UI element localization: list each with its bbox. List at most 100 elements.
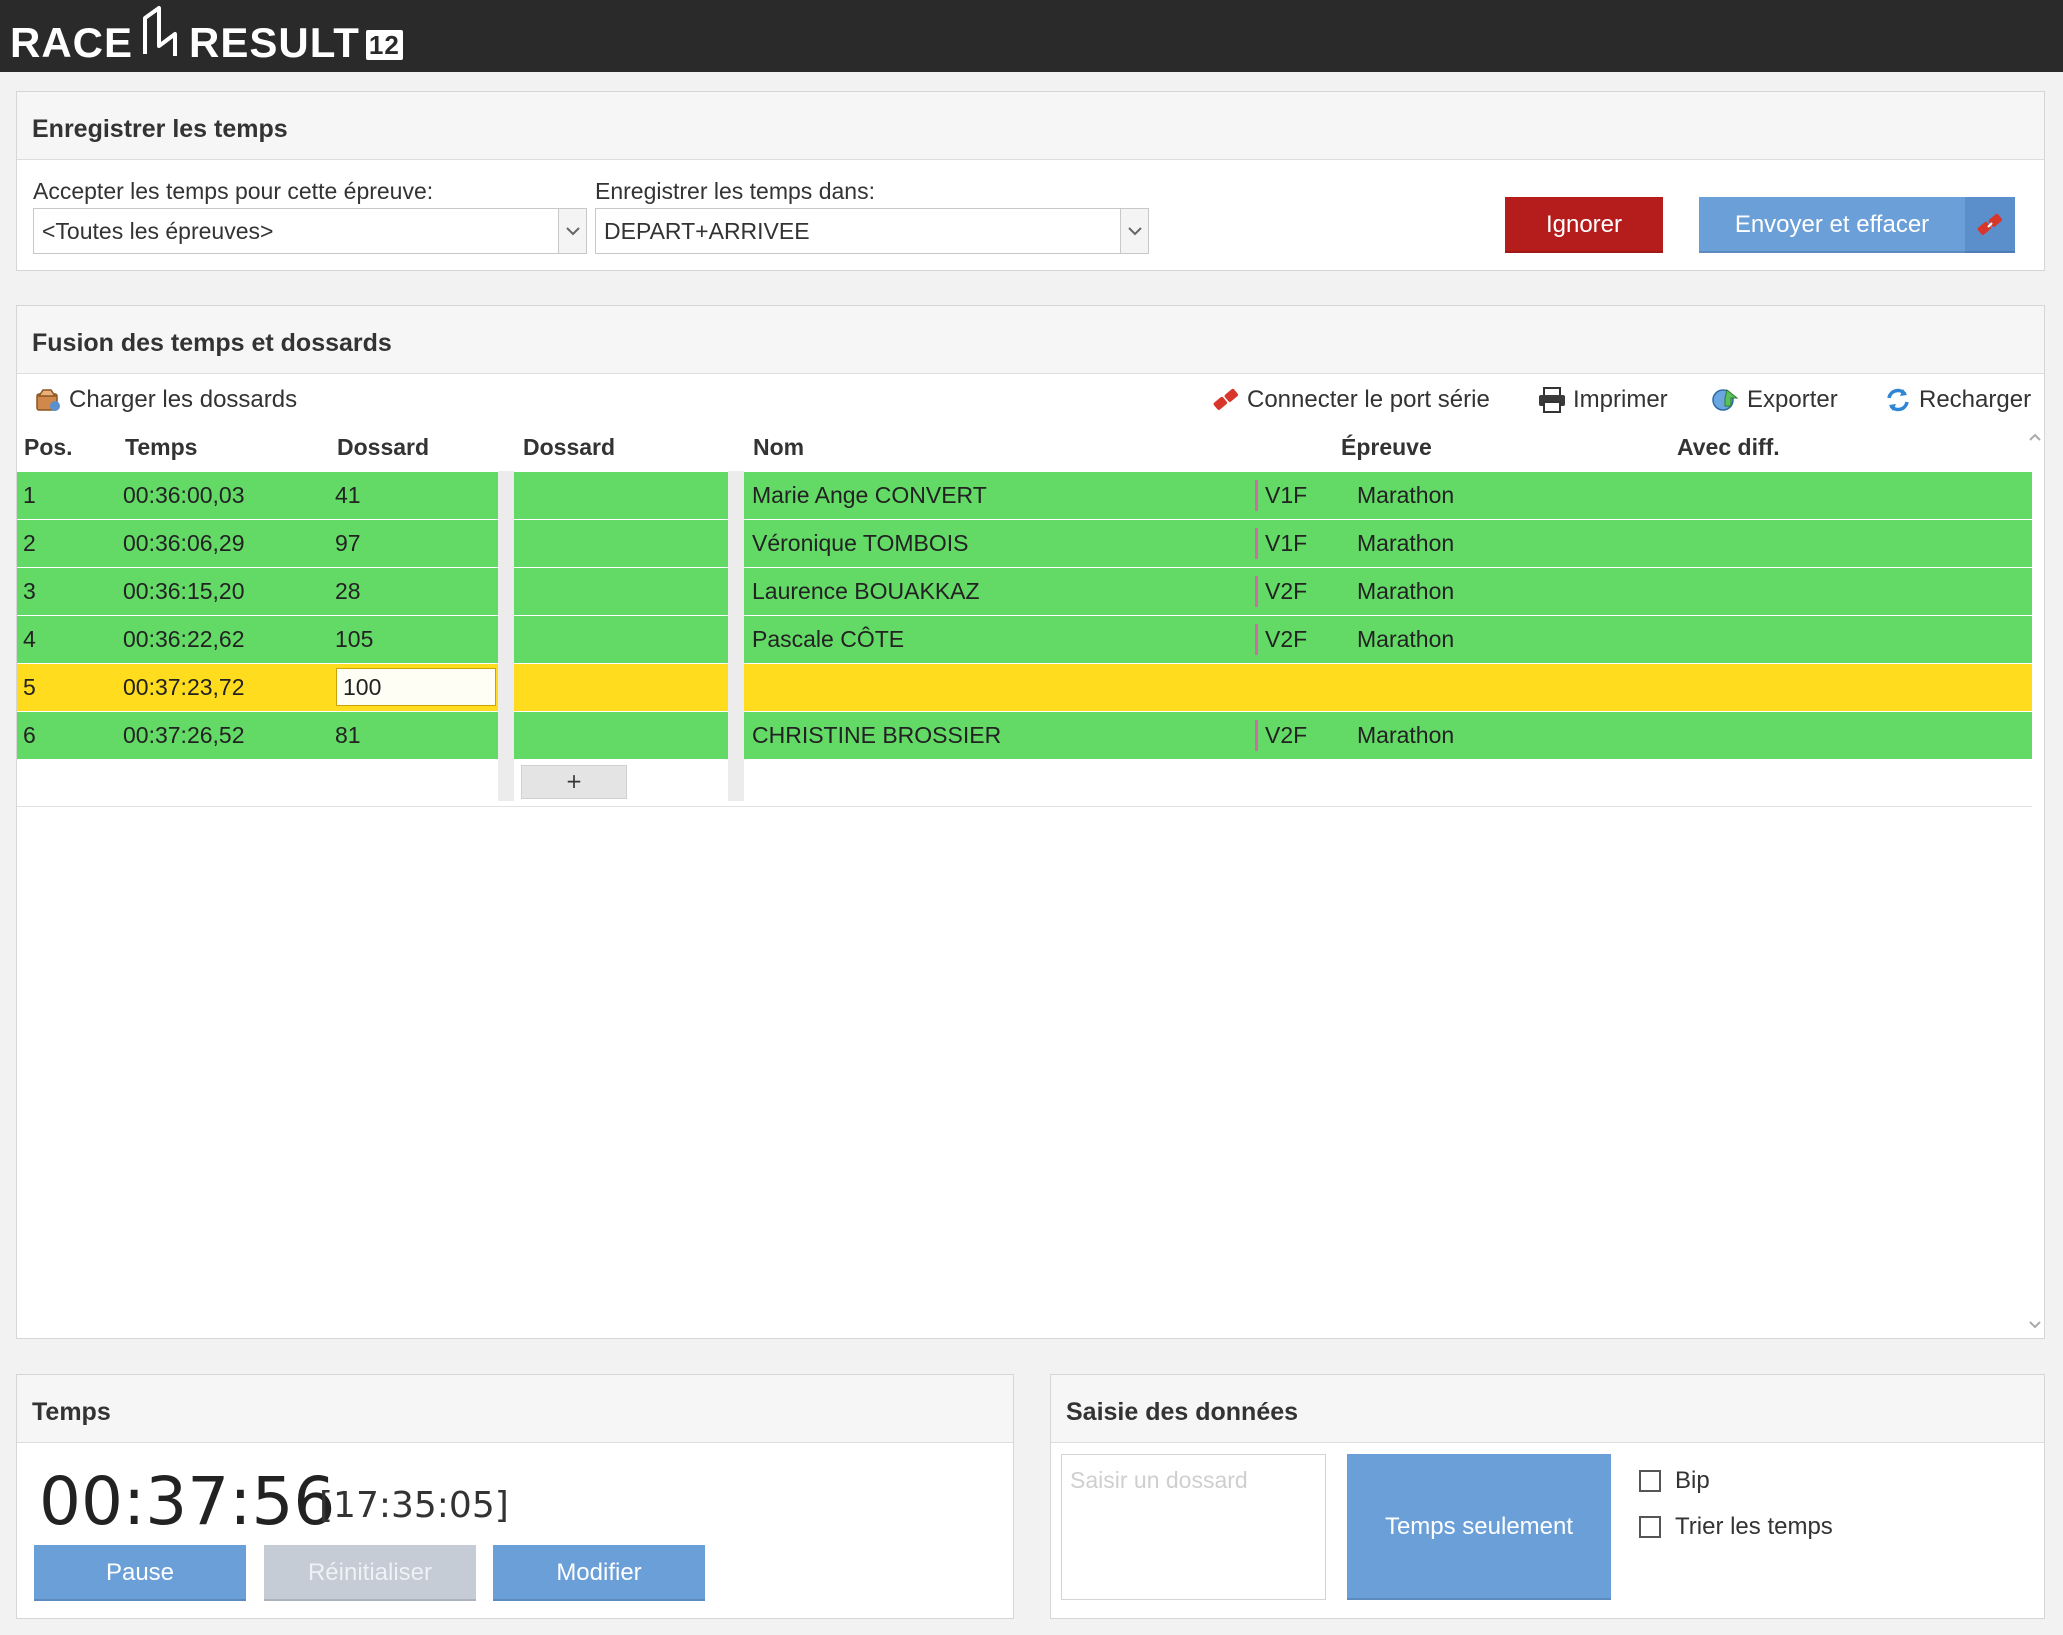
times-row[interactable]: 6 00:37:26,52 81 (17, 712, 498, 759)
accept-event-select[interactable]: <Toutes les épreuves> (33, 208, 587, 254)
bib-entry-input[interactable] (1061, 1454, 1326, 1600)
times-row[interactable]: 2 00:36:06,29 97 (17, 520, 498, 567)
pos-cell: 4 (23, 626, 36, 652)
name-cell: Pascale CÔTE (752, 626, 905, 652)
send-and-clear-button[interactable]: Envoyer et effacer (1699, 197, 1965, 253)
participant-row[interactable]: Pascale CÔTE V2F Marathon (744, 616, 2032, 663)
sort-times-checkbox-box[interactable] (1639, 1516, 1661, 1538)
chevron-down-icon[interactable] (1120, 209, 1148, 253)
time-cell: 00:36:00,03 (123, 482, 245, 508)
bib-assign-row-pending[interactable] (514, 664, 728, 711)
scroll-up-icon[interactable] (2028, 432, 2042, 442)
table-bottom-line (17, 806, 2032, 807)
pos-cell: 3 (23, 578, 36, 604)
time-cell: 00:36:15,20 (123, 578, 245, 604)
accept-event-label: Accepter les temps pour cette épreuve: (33, 178, 434, 204)
print-button[interactable]: Imprimer (1537, 383, 1668, 417)
scroll-down-icon[interactable] (2028, 1320, 2042, 1330)
col-header-bib[interactable]: Dossard (337, 434, 429, 461)
bib-cell: 28 (335, 578, 361, 604)
connect-serial-button[interactable]: Connecter le port série (1211, 383, 1490, 417)
category-marker (1255, 720, 1258, 751)
record-times-panel: Enregistrer les temps Accepter les temps… (16, 91, 2045, 271)
bib-cell: 97 (335, 530, 361, 556)
name-cell: Laurence BOUAKKAZ (752, 578, 980, 604)
reset-button[interactable]: Réinitialiser (264, 1545, 476, 1601)
store-times-value: DEPART+ARRIVEE (604, 218, 810, 244)
event-cell: Marathon (1357, 578, 1455, 604)
category-marker (1255, 576, 1258, 607)
export-button[interactable]: Exporter (1711, 383, 1838, 417)
sort-times-label: Trier les temps (1675, 1513, 1833, 1540)
chevron-down-icon[interactable] (558, 209, 586, 253)
ignore-button[interactable]: Ignorer (1505, 197, 1663, 253)
reload-button[interactable]: Recharger (1883, 383, 2031, 417)
connect-serial-label: Connecter le port série (1247, 386, 1490, 413)
export-label: Exporter (1747, 386, 1838, 413)
race-result-logo: RACE RESULT 12 (10, 6, 403, 66)
times-row-pending[interactable]: 5 00:37:23,72 100 (17, 664, 498, 711)
beep-checkbox-box[interactable] (1639, 1470, 1661, 1492)
times-row[interactable]: 4 00:36:22,62 105 (17, 616, 498, 663)
bib-assign-row[interactable] (514, 616, 728, 663)
load-bibs-label: Charger les dossards (69, 386, 298, 413)
timer-panel: Temps 00:37:56 [17:35:05] Pause Réinitia… (16, 1374, 1014, 1619)
modify-button[interactable]: Modifier (493, 1545, 705, 1601)
category-marker (1255, 624, 1258, 655)
times-row[interactable]: 1 00:36:00,03 41 (17, 472, 498, 519)
pause-button[interactable]: Pause (34, 1545, 246, 1601)
event-cell: Marathon (1357, 530, 1455, 556)
participant-row[interactable]: Véronique TOMBOIS V1F Marathon (744, 520, 2032, 567)
sort-times-checkbox[interactable]: Trier les temps (1639, 1513, 1833, 1541)
event-cell: Marathon (1357, 626, 1455, 652)
bib-assign-row[interactable] (514, 472, 728, 519)
col-header-time[interactable]: Temps (125, 434, 197, 461)
bib-cell: 41 (335, 482, 361, 508)
pos-cell: 2 (23, 530, 36, 556)
store-times-label: Enregistrer les temps dans: (595, 178, 875, 204)
participant-row[interactable]: Marie Ange CONVERT V1F Marathon (744, 472, 2032, 519)
printer-icon (1539, 387, 1565, 413)
col-header-pos[interactable]: Pos. (24, 434, 73, 461)
bib-assign-row[interactable] (514, 568, 728, 615)
participant-row[interactable]: Laurence BOUAKKAZ V2F Marathon (744, 568, 2032, 615)
col-header-bib-assigned[interactable]: Dossard (523, 434, 615, 461)
add-bib-button[interactable]: + (521, 765, 627, 799)
beep-checkbox[interactable]: Bip (1639, 1467, 1710, 1495)
pos-cell: 5 (23, 674, 36, 700)
store-times-select[interactable]: DEPART+ARRIVEE (595, 208, 1149, 254)
category-cell: V2F (1265, 722, 1308, 748)
real-time-clock: [17:35:05] (319, 1485, 509, 1526)
category-cell: V2F (1265, 626, 1308, 652)
app-header: RACE RESULT 12 (0, 0, 2063, 72)
export-icon (1712, 389, 1739, 411)
accept-event-value: <Toutes les épreuves> (42, 218, 274, 244)
pos-cell: 1 (23, 482, 36, 508)
table-scrollbar[interactable] (2024, 426, 2044, 1338)
time-only-button[interactable]: Temps seulement (1347, 1454, 1611, 1600)
bib-edit-input[interactable]: 100 (336, 668, 496, 706)
pos-cell: 6 (23, 722, 36, 748)
category-cell: V2F (1265, 578, 1308, 604)
beep-label: Bip (1675, 1467, 1710, 1494)
data-entry-panel: Saisie des données Temps seulement Bip T… (1050, 1374, 2045, 1619)
merge-panel-title: Fusion des temps et dossards (17, 306, 2044, 374)
reload-icon (1887, 388, 1909, 412)
bib-cell: 81 (335, 722, 361, 748)
reload-label: Recharger (1919, 386, 2032, 413)
category-cell: V1F (1265, 482, 1308, 508)
participant-row[interactable]: CHRISTINE BROSSIER V2F Marathon (744, 712, 2032, 759)
col-header-event[interactable]: Épreuve (1341, 434, 1432, 461)
load-bibs-button[interactable]: Charger les dossards (33, 383, 297, 417)
times-row[interactable]: 3 00:36:15,20 28 (17, 568, 498, 615)
col-header-name[interactable]: Nom (753, 434, 804, 461)
serial-plug-icon (1977, 213, 2002, 235)
bib-assign-row[interactable] (514, 712, 728, 759)
send-options-button[interactable] (1965, 197, 2015, 253)
col-header-with-diff[interactable]: Avec diff. (1677, 434, 1780, 461)
name-cell: Véronique TOMBOIS (752, 530, 969, 556)
data-entry-title: Saisie des données (1051, 1375, 2044, 1443)
logo-mark-icon (143, 6, 178, 56)
participant-row-pending[interactable] (744, 664, 2032, 711)
bib-assign-row[interactable] (514, 520, 728, 567)
